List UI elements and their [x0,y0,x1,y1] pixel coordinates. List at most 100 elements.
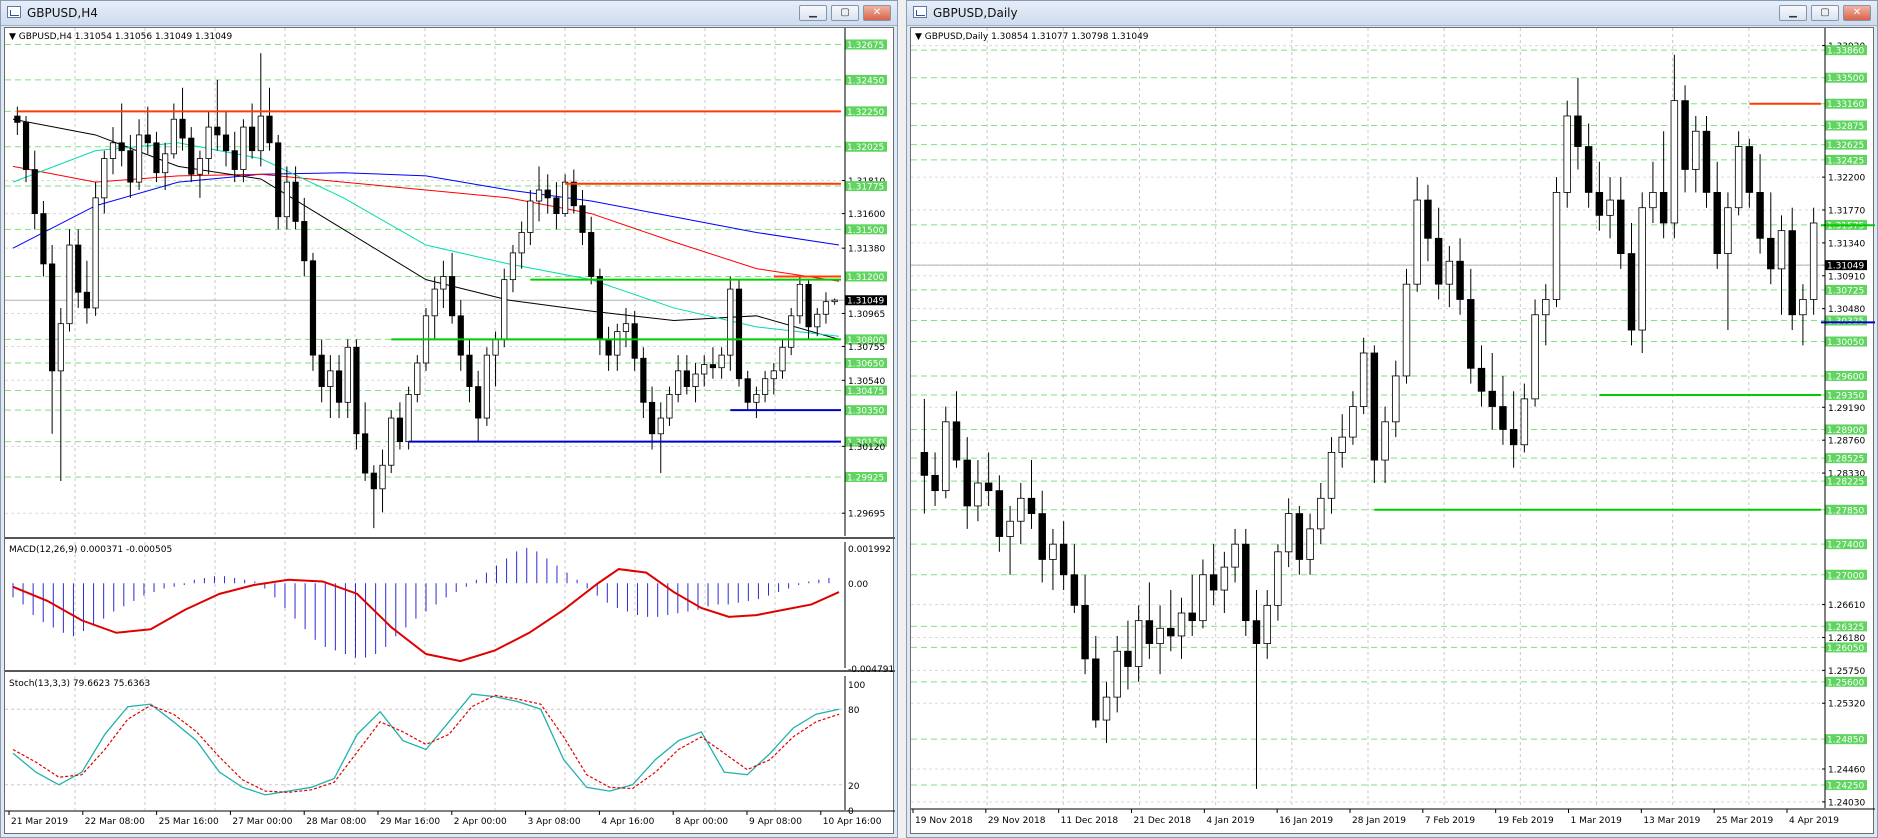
candle[interactable] [683,370,690,387]
left-window-titlebar[interactable]: GBPUSD,H4 ▁ ▢ ✕ [1,1,897,26]
candle[interactable] [920,452,929,476]
candle[interactable] [553,197,560,214]
candle[interactable] [1424,199,1432,239]
candle[interactable] [57,323,64,372]
right-chart-area[interactable]: 1.339201.338601.335001.331601.328751.326… [910,27,1875,835]
candle[interactable] [144,134,151,144]
candle[interactable] [1649,192,1657,209]
candle[interactable] [1477,367,1486,392]
right-chart-window[interactable]: GBPUSD,Daily ▁ ▢ ✕ 1.339201.338601.33500… [906,0,1878,838]
candle[interactable] [475,386,482,419]
candle[interactable] [509,252,517,281]
candle[interactable] [1531,314,1539,400]
candle[interactable] [570,181,577,207]
minimize-button[interactable]: ▁ [1779,5,1807,21]
candle[interactable] [301,221,308,262]
candle[interactable] [249,126,256,152]
candle[interactable] [1306,528,1314,560]
candle[interactable] [1017,497,1025,522]
candle[interactable] [622,323,630,332]
candle[interactable] [1263,604,1271,644]
close-button[interactable]: ✕ [863,5,891,21]
candle[interactable] [1402,283,1411,377]
candle[interactable] [1317,497,1325,530]
candle[interactable] [362,433,369,474]
candle[interactable] [1488,390,1496,407]
left-chart-area[interactable]: 1.326751.324501.322501.320251.318101.317… [4,27,895,835]
candle[interactable] [709,364,717,369]
candle[interactable] [1467,299,1475,369]
candle[interactable] [1349,406,1357,438]
candle[interactable] [1177,612,1186,637]
candle[interactable] [1595,192,1604,216]
candle[interactable] [1456,260,1464,300]
candle[interactable] [414,362,421,395]
candle[interactable] [231,150,238,170]
candle[interactable] [153,142,160,174]
candle[interactable] [1809,222,1818,300]
candle[interactable] [1584,146,1593,193]
candle[interactable] [127,150,134,183]
candle[interactable] [718,354,725,369]
candle[interactable] [744,378,751,403]
candle[interactable] [1070,574,1079,606]
candle[interactable] [327,370,334,387]
candle[interactable] [1767,237,1775,270]
candle[interactable] [1734,146,1743,209]
candle[interactable] [1338,436,1346,453]
candle[interactable] [283,181,290,218]
candle[interactable] [483,354,490,419]
candle[interactable] [788,315,795,348]
daily-chart-svg[interactable]: 1.339201.338601.335001.331601.328751.326… [911,28,1875,835]
candle[interactable] [984,482,993,492]
candle[interactable] [101,158,108,199]
candle[interactable] [179,118,186,139]
candle[interactable] [675,370,682,395]
candle[interactable] [170,118,177,155]
candle[interactable] [1252,620,1261,644]
left-chart-window[interactable]: GBPUSD,H4 ▁ ▢ ✕ 1.32675 1.32450 1.32250 1.3… [0,0,898,838]
candle[interactable] [1724,207,1732,254]
candle[interactable] [1445,260,1454,285]
candle[interactable] [1134,620,1143,667]
candle[interactable] [214,126,221,136]
candle[interactable] [31,169,38,214]
candle[interactable] [1552,192,1561,300]
candle[interactable] [266,115,273,144]
candle[interactable] [761,378,769,395]
candle[interactable] [492,339,499,356]
candle[interactable] [14,115,21,123]
candle[interactable] [518,232,525,254]
candle[interactable] [952,421,961,461]
candle[interactable] [335,370,343,403]
candle[interactable] [1659,192,1668,224]
candle[interactable] [579,205,586,233]
candle[interactable] [692,373,699,387]
candle[interactable] [814,313,821,328]
candle[interactable] [135,134,143,183]
candle[interactable] [388,417,395,466]
candle[interactable] [614,331,621,356]
candle[interactable] [1745,146,1754,193]
candle[interactable] [40,213,47,265]
candle[interactable] [1199,574,1207,622]
candle[interactable] [1188,612,1196,622]
candle[interactable] [1617,199,1625,254]
candle[interactable] [1574,115,1582,147]
candle[interactable] [535,189,543,202]
candle[interactable] [995,490,1004,537]
candle[interactable] [831,299,838,303]
candle[interactable] [1509,429,1518,446]
candle[interactable] [1274,551,1282,606]
candle[interactable] [353,346,360,435]
candle[interactable] [205,126,212,159]
candle[interactable] [318,354,325,387]
candle[interactable] [1627,253,1636,331]
minimize-button[interactable]: ▁ [799,5,827,21]
h4-chart-svg[interactable]: 1.326751.324501.322501.320251.318101.317… [5,28,895,835]
candle[interactable] [1499,406,1507,430]
candle[interactable] [796,283,803,317]
candle[interactable] [596,276,603,340]
right-window-titlebar[interactable]: GBPUSD,Daily ▁ ▢ ✕ [907,1,1877,26]
candle[interactable] [22,121,30,170]
